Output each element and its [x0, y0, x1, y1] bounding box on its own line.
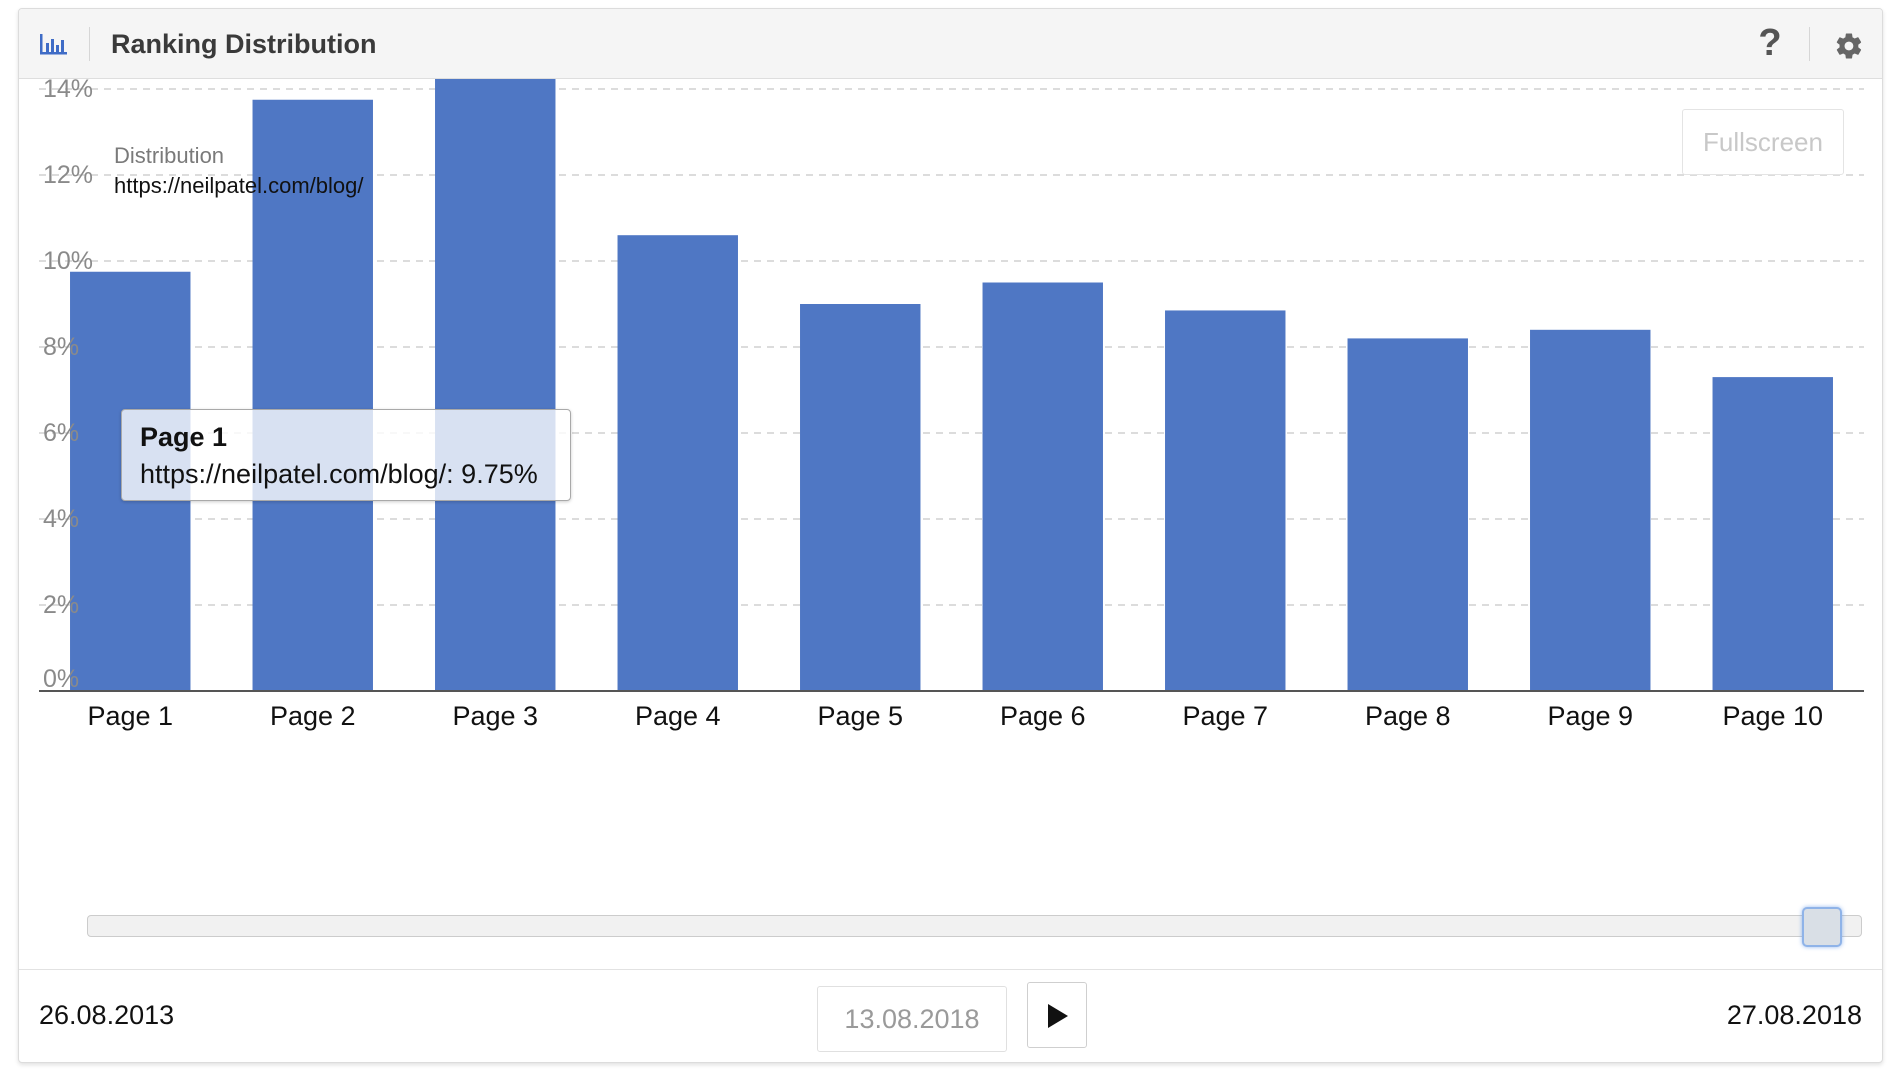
x-tick-label: Page 4: [635, 701, 721, 731]
y-tick-label: 14%: [43, 79, 93, 103]
end-date: 27.08.2018: [1726, 1000, 1862, 1030]
help-icon[interactable]: ?: [1750, 21, 1790, 65]
legend-title: Distribution: [114, 143, 225, 168]
header-divider: [89, 27, 90, 61]
bar-page-10[interactable]: [1712, 377, 1833, 691]
y-tick-label: 12%: [43, 161, 93, 189]
bar-page-5[interactable]: [800, 304, 921, 691]
y-tick-label: 6%: [43, 419, 79, 447]
fullscreen-button[interactable]: Fullscreen: [1682, 109, 1844, 175]
timeline-slider-handle[interactable]: [1802, 907, 1842, 947]
widget-title: Ranking Distribution: [111, 29, 377, 59]
bar-page-4[interactable]: [617, 235, 738, 691]
ranking-distribution-widget: Ranking Distribution ? 0% 2% 4% 6% 8% 10% 12% 1…: [18, 8, 1883, 1063]
bar-page-8[interactable]: [1347, 338, 1468, 691]
bar-page-3[interactable]: [435, 79, 556, 692]
x-tick-label: Page 9: [1547, 701, 1633, 731]
play-button[interactable]: [1027, 982, 1087, 1048]
bar-page-6[interactable]: [982, 282, 1103, 692]
timeline-slider-track[interactable]: [87, 915, 1862, 937]
legend-series-label[interactable]: https://neilpatel.com/blog/: [114, 173, 363, 199]
start-date: 26.08.2013: [39, 1000, 175, 1030]
tooltip-value: https://neilpatel.com/blog/: 9.75%: [140, 459, 538, 489]
chart-area: 0% 2% 4% 6% 8% 10% 12% 14% Page 1 Page 2 Page 3 Pag…: [19, 79, 1882, 839]
bar-page-9[interactable]: [1530, 329, 1651, 691]
chart-tooltip: Page 1 https://neilpatel.com/blog/: 9.75…: [121, 409, 571, 501]
gear-icon[interactable]: [1834, 31, 1864, 61]
x-tick-label: Page 1: [87, 701, 173, 731]
y-tick-label: 10%: [43, 247, 93, 275]
x-tick-label: Page 6: [1000, 701, 1086, 731]
tooltip-title: Page 1: [140, 422, 228, 452]
x-tick-label: Page 3: [452, 701, 538, 731]
widget-header: Ranking Distribution ?: [19, 9, 1882, 79]
y-tick-label: 2%: [43, 591, 79, 619]
x-tick-label: Page 8: [1365, 701, 1451, 731]
y-tick-label: 0%: [43, 665, 79, 693]
bar-chart-icon: [40, 34, 67, 55]
header-divider: [1809, 27, 1810, 61]
x-tick-label: Page 7: [1182, 701, 1268, 731]
x-tick-label: Page 2: [270, 701, 356, 731]
x-tick-label: Page 10: [1722, 701, 1823, 731]
y-tick-label: 4%: [43, 505, 79, 533]
play-icon: [1048, 1004, 1068, 1028]
current-date-field[interactable]: 13.08.2018: [817, 986, 1007, 1052]
chart-legend: Distribution https://neilpatel.com/blog/: [114, 143, 363, 199]
bar-page-7[interactable]: [1165, 310, 1286, 691]
y-tick-label: 8%: [43, 333, 79, 361]
timeline-footer: 26.08.2013 13.08.2018 27.08.2018: [19, 969, 1882, 1062]
x-tick-label: Page 5: [817, 701, 903, 731]
